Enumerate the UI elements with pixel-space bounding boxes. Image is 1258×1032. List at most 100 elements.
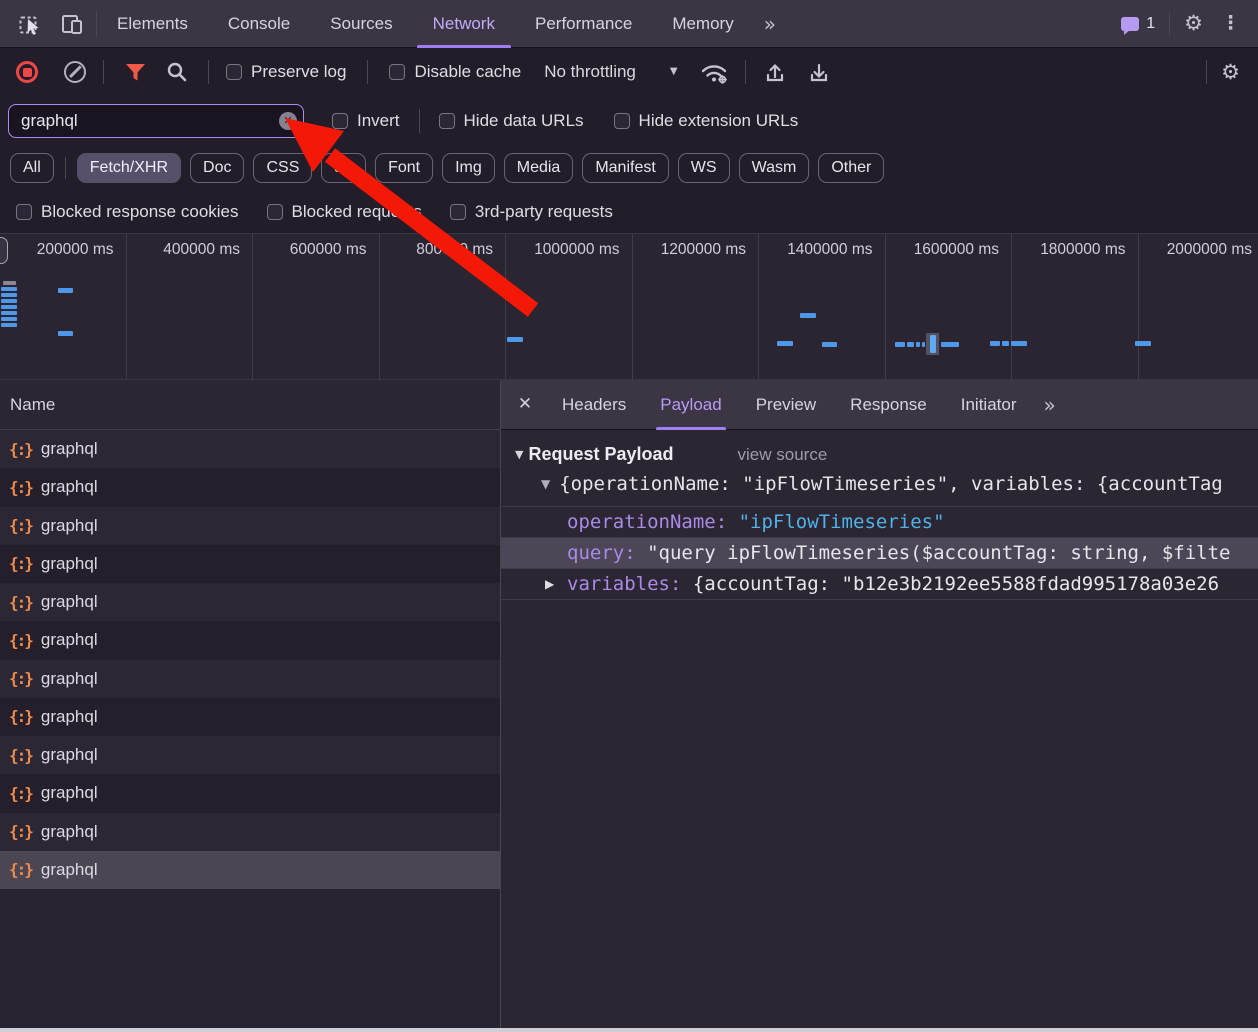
checkbox-icon (450, 204, 466, 220)
payload-row-operation-name[interactable]: operationName"ipFlowTimeseries" (501, 507, 1258, 538)
search-icon[interactable] (163, 58, 191, 86)
filter-chip[interactable]: Manifest (582, 153, 668, 183)
time-tick-label: 1600000 ms (886, 234, 1013, 379)
checkbox-icon (614, 113, 630, 129)
time-tick-label: 1200000 ms (633, 234, 760, 379)
details-tabbar: ✕ HeadersPayloadPreviewResponseInitiator… (501, 380, 1258, 430)
filter-input[interactable] (8, 104, 304, 138)
request-row[interactable]: {:} graphql (0, 468, 500, 506)
disable-cache-checkbox[interactable]: Disable cache (389, 62, 521, 82)
more-tabs-icon[interactable]: » (754, 14, 786, 34)
request-row[interactable]: {:} graphql (0, 621, 500, 659)
export-har-icon[interactable] (805, 58, 833, 86)
close-details-icon[interactable]: ✕ (505, 396, 545, 413)
details-tab[interactable]: Response (833, 380, 944, 430)
details-tab[interactable]: Initiator (944, 380, 1034, 430)
divider (103, 60, 104, 84)
filter-funnel-icon[interactable] (121, 58, 149, 86)
hide-extension-urls-checkbox[interactable]: Hide extension URLs (614, 111, 799, 131)
waterfall-bar (822, 342, 837, 347)
payload-section-header[interactable]: ▼ Request Payload view source (515, 444, 1258, 465)
payload-section-title: Request Payload (528, 444, 673, 465)
tabbar-right: 1 ⚙ ⋮ (1121, 12, 1248, 36)
details-tab[interactable]: Preview (739, 380, 833, 430)
request-row[interactable]: {:} graphql (0, 774, 500, 812)
third-party-requests-checkbox[interactable]: 3rd-party requests (450, 202, 613, 222)
view-source-link[interactable]: view source (738, 445, 828, 465)
invert-checkbox[interactable]: Invert (332, 111, 400, 131)
settings-gear-icon[interactable]: ⚙ (1184, 13, 1203, 34)
request-row[interactable]: {:} graphql (0, 507, 500, 545)
panel-tab[interactable]: Performance (515, 0, 652, 48)
waterfall-bar (930, 335, 936, 353)
record-icon[interactable] (16, 61, 38, 83)
issues-count: 1 (1146, 15, 1155, 33)
panel-tab[interactable]: Memory (652, 0, 753, 48)
filter-chip[interactable]: WS (678, 153, 730, 183)
filter-chip[interactable]: CSS (253, 153, 312, 183)
waterfall-bar (1135, 341, 1151, 346)
panel-tab-label: Memory (672, 14, 733, 34)
request-row[interactable]: {:} graphql (0, 430, 500, 468)
panel-tab[interactable]: Network (413, 0, 515, 48)
payload-tree: operationName"ipFlowTimeseries" query"qu… (501, 506, 1258, 600)
request-type-filters: All Fetch/XHR Doc CSS JS Font Img Media Manifes… (0, 145, 1258, 191)
checkbox-icon (332, 113, 348, 129)
payload-row-query[interactable]: query"query ipFlowTimeseries($accountTag… (501, 538, 1258, 569)
filter-chip-all[interactable]: All (10, 153, 54, 183)
filter-chip[interactable]: JS (321, 153, 366, 183)
filter-chip[interactable]: Wasm (739, 153, 810, 183)
import-har-icon[interactable] (761, 58, 789, 86)
panel-tab[interactable]: Sources (310, 0, 412, 48)
request-row[interactable]: {:} graphql (0, 660, 500, 698)
more-details-tabs-icon[interactable]: » (1033, 395, 1065, 415)
panel-tab[interactable]: Elements (97, 0, 208, 48)
third-party-label: 3rd-party requests (475, 202, 613, 222)
network-overview-waterfall[interactable]: 200000 ms400000 ms600000 ms800000 ms1000… (0, 233, 1258, 380)
divider (419, 109, 420, 133)
clear-icon[interactable] (64, 61, 86, 83)
request-row[interactable]: {:} graphql (0, 736, 500, 774)
filter-chip[interactable]: Img (442, 153, 495, 183)
request-row[interactable]: {:} graphql (0, 851, 500, 889)
filter-chip[interactable]: Font (375, 153, 433, 183)
filter-chip[interactable]: Doc (190, 153, 244, 183)
blocked-requests-checkbox[interactable]: Blocked requests (267, 202, 422, 222)
network-conditions-icon[interactable] (698, 58, 730, 86)
details-tab[interactable]: Headers (545, 380, 643, 430)
preserve-log-checkbox[interactable]: Preserve log (226, 62, 346, 82)
filter-chip[interactable]: Other (818, 153, 884, 183)
filter-chip[interactable]: Media (504, 153, 574, 183)
throttling-select[interactable]: No throttling ▼ (544, 62, 677, 82)
json-braces-icon: {:} (9, 478, 32, 497)
json-braces-icon: {:} (9, 784, 32, 803)
inspect-element-icon[interactable] (16, 10, 44, 38)
network-settings-gear-icon[interactable]: ⚙ (1221, 62, 1240, 83)
request-row[interactable]: {:} graphql (0, 698, 500, 736)
panel-tab[interactable]: Console (208, 0, 310, 48)
payload-row-variables[interactable]: ▶ variables{accountTag: "b12e3b2192ee558… (501, 569, 1258, 600)
request-row[interactable]: {:} graphql (0, 545, 500, 583)
blocked-cookies-label: Blocked response cookies (41, 202, 239, 222)
json-braces-icon: {:} (9, 746, 32, 765)
issues-counter[interactable]: 1 (1121, 15, 1155, 33)
clear-filter-icon[interactable]: ✕ (279, 112, 297, 130)
request-row[interactable]: {:} graphql (0, 583, 500, 621)
filter-chip[interactable]: Fetch/XHR (77, 153, 181, 183)
request-name: graphql (41, 554, 98, 574)
request-row[interactable]: {:} graphql (0, 813, 500, 851)
payload-preview-line[interactable]: ▼ {operationName: "ipFlowTimeseries", va… (541, 473, 1258, 495)
kebab-menu-icon[interactable]: ⋮ (1217, 14, 1244, 33)
request-list: {:} graphql {:} graphql {:} graphql (0, 430, 500, 1028)
payload-preview-text: {operationName: "ipFlowTimeseries", vari… (559, 473, 1222, 495)
waterfall-time-scale: 200000 ms400000 ms600000 ms800000 ms1000… (0, 234, 1258, 379)
blocked-response-cookies-checkbox[interactable]: Blocked response cookies (16, 202, 239, 222)
name-column-header[interactable]: Name (0, 380, 500, 430)
tabbar-tool-icons (10, 10, 86, 38)
waterfall-bar (1, 287, 17, 291)
time-tick-label: 800000 ms (380, 234, 507, 379)
hide-data-urls-checkbox[interactable]: Hide data URLs (439, 111, 584, 131)
details-tab[interactable]: Payload (643, 380, 738, 430)
blocked-filters-row: Blocked response cookies Blocked request… (0, 191, 1258, 233)
device-toolbar-icon[interactable] (58, 10, 86, 38)
